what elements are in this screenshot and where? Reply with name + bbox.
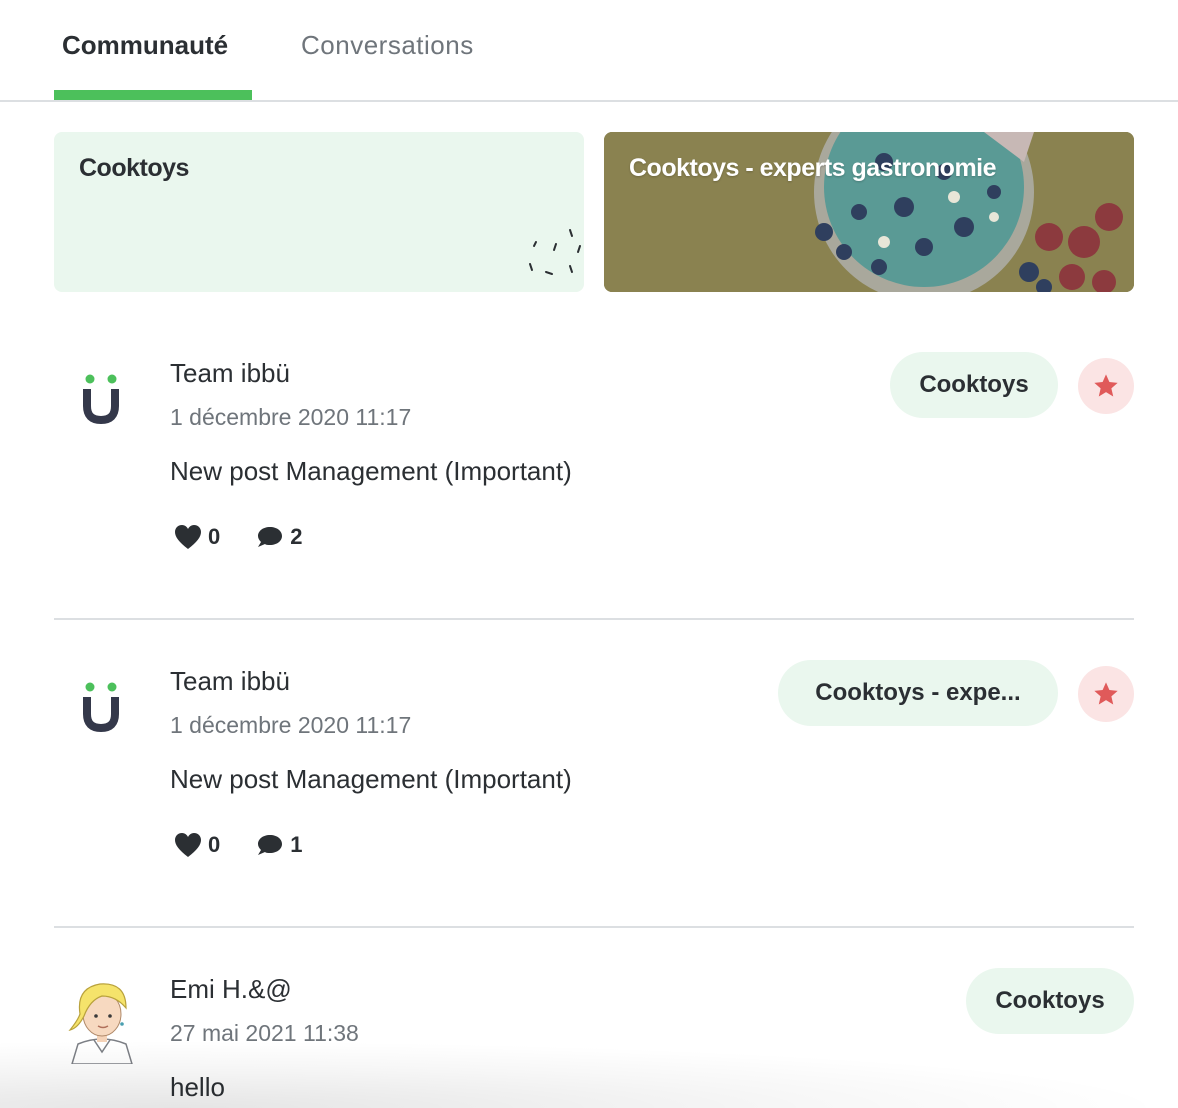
heart-icon xyxy=(175,525,201,549)
post-author[interactable]: Team ibbü xyxy=(170,666,290,697)
star-icon xyxy=(1094,374,1118,397)
post-content[interactable]: New post Management (Important) xyxy=(170,764,572,795)
active-tab-indicator xyxy=(54,90,252,100)
comment-button[interactable]: 2 xyxy=(256,524,303,550)
heart-icon xyxy=(175,833,201,857)
post-item[interactable]: Team ibbü 1 décembre 2020 11:17 New post… xyxy=(54,332,1134,640)
user-avatar[interactable] xyxy=(64,974,140,1064)
tab-conversations[interactable]: Conversations xyxy=(301,30,474,61)
tab-bar: Communauté Conversations xyxy=(0,0,1178,102)
post-author[interactable]: Team ibbü xyxy=(170,358,290,389)
confetti-decoration xyxy=(529,229,581,275)
like-count: 0 xyxy=(208,524,221,549)
post-stats: 0 1 xyxy=(174,832,339,858)
post-stats: 0 2 xyxy=(174,524,339,550)
like-button[interactable]: 0 xyxy=(174,832,220,858)
community-card-title: Cooktoys - experts gastronomie xyxy=(629,154,997,182)
community-card-cooktoys-experts[interactable]: Cooktoys - experts gastronomie xyxy=(604,132,1134,292)
comment-count: 2 xyxy=(290,524,303,549)
tab-communaute[interactable]: Communauté xyxy=(62,30,228,61)
community-card-title: Cooktoys xyxy=(79,154,189,182)
ibbu-logo-avatar xyxy=(83,374,119,425)
post-date: 1 décembre 2020 11:17 xyxy=(170,404,412,430)
community-card-cooktoys[interactable]: Cooktoys xyxy=(54,132,584,292)
comment-button[interactable]: 1 xyxy=(256,832,303,858)
post-item[interactable]: Team ibbü 1 décembre 2020 11:17 New post… xyxy=(54,640,1134,948)
community-tag[interactable]: Cooktoys - expe... xyxy=(778,660,1058,726)
post-divider xyxy=(54,618,1134,620)
community-tag[interactable]: Cooktoys xyxy=(966,968,1134,1034)
comment-count: 1 xyxy=(290,832,303,857)
favorite-button[interactable] xyxy=(1078,358,1134,414)
like-button[interactable]: 0 xyxy=(174,524,220,550)
post-content[interactable]: hello xyxy=(170,1072,225,1103)
post-date: 1 décembre 2020 11:17 xyxy=(170,712,412,738)
star-icon xyxy=(1094,682,1118,705)
comment-bubble-icon xyxy=(258,527,283,547)
favorite-button[interactable] xyxy=(1078,666,1134,722)
comment-bubble-icon xyxy=(258,835,283,855)
post-author[interactable]: Emi H.&@ xyxy=(170,974,292,1005)
like-count: 0 xyxy=(208,832,221,857)
post-content[interactable]: New post Management (Important) xyxy=(170,456,572,487)
ibbu-logo-avatar xyxy=(83,682,119,733)
post-divider xyxy=(54,926,1134,928)
post-item[interactable]: Emi H.&@ 27 mai 2021 11:38 hello Cooktoy… xyxy=(54,948,1134,1108)
post-date: 27 mai 2021 11:38 xyxy=(170,1020,359,1046)
community-tag[interactable]: Cooktoys xyxy=(890,352,1058,418)
